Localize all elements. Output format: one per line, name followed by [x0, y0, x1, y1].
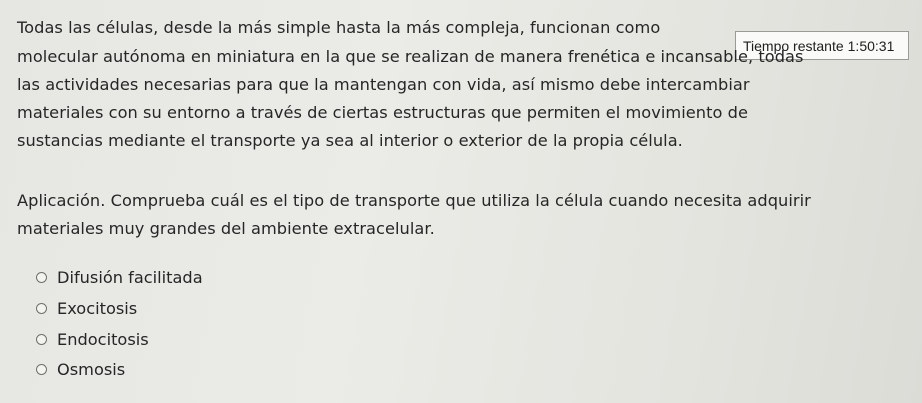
option-label: Osmosis: [57, 360, 126, 379]
option-difusion-facilitada[interactable]: Difusión facilitada: [36, 268, 203, 287]
paragraph-line: sustancias mediante el transporte ya sea…: [17, 131, 683, 150]
option-label: Endocitosis: [57, 330, 149, 349]
paragraph-line: molecular autónoma en miniatura en la qu…: [17, 47, 804, 66]
time-remaining-value: 1:50:31: [847, 37, 895, 54]
option-endocitosis[interactable]: Endocitosis: [36, 330, 149, 349]
option-label: Difusión facilitada: [57, 268, 203, 287]
option-label: Exocitosis: [57, 299, 138, 318]
paragraph-line: las actividades necesarias para que la m…: [17, 75, 750, 94]
paragraph-line: materiales con su entorno a través de ci…: [17, 103, 748, 122]
option-exocitosis[interactable]: Exocitosis: [36, 299, 137, 318]
radio-button[interactable]: [36, 364, 47, 375]
paragraph-line: Todas las células, desde la más simple h…: [17, 18, 661, 37]
option-osmosis[interactable]: Osmosis: [36, 360, 125, 379]
radio-button[interactable]: [36, 334, 47, 345]
prompt-line: Aplicación. Comprueba cuál es el tipo de…: [17, 191, 811, 210]
question-page: Tiempo restante 1:50:31 Todas las célula…: [0, 0, 922, 403]
radio-button[interactable]: [36, 303, 47, 314]
radio-button[interactable]: [36, 272, 47, 283]
prompt-line: materiales muy grandes del ambiente extr…: [17, 219, 435, 238]
